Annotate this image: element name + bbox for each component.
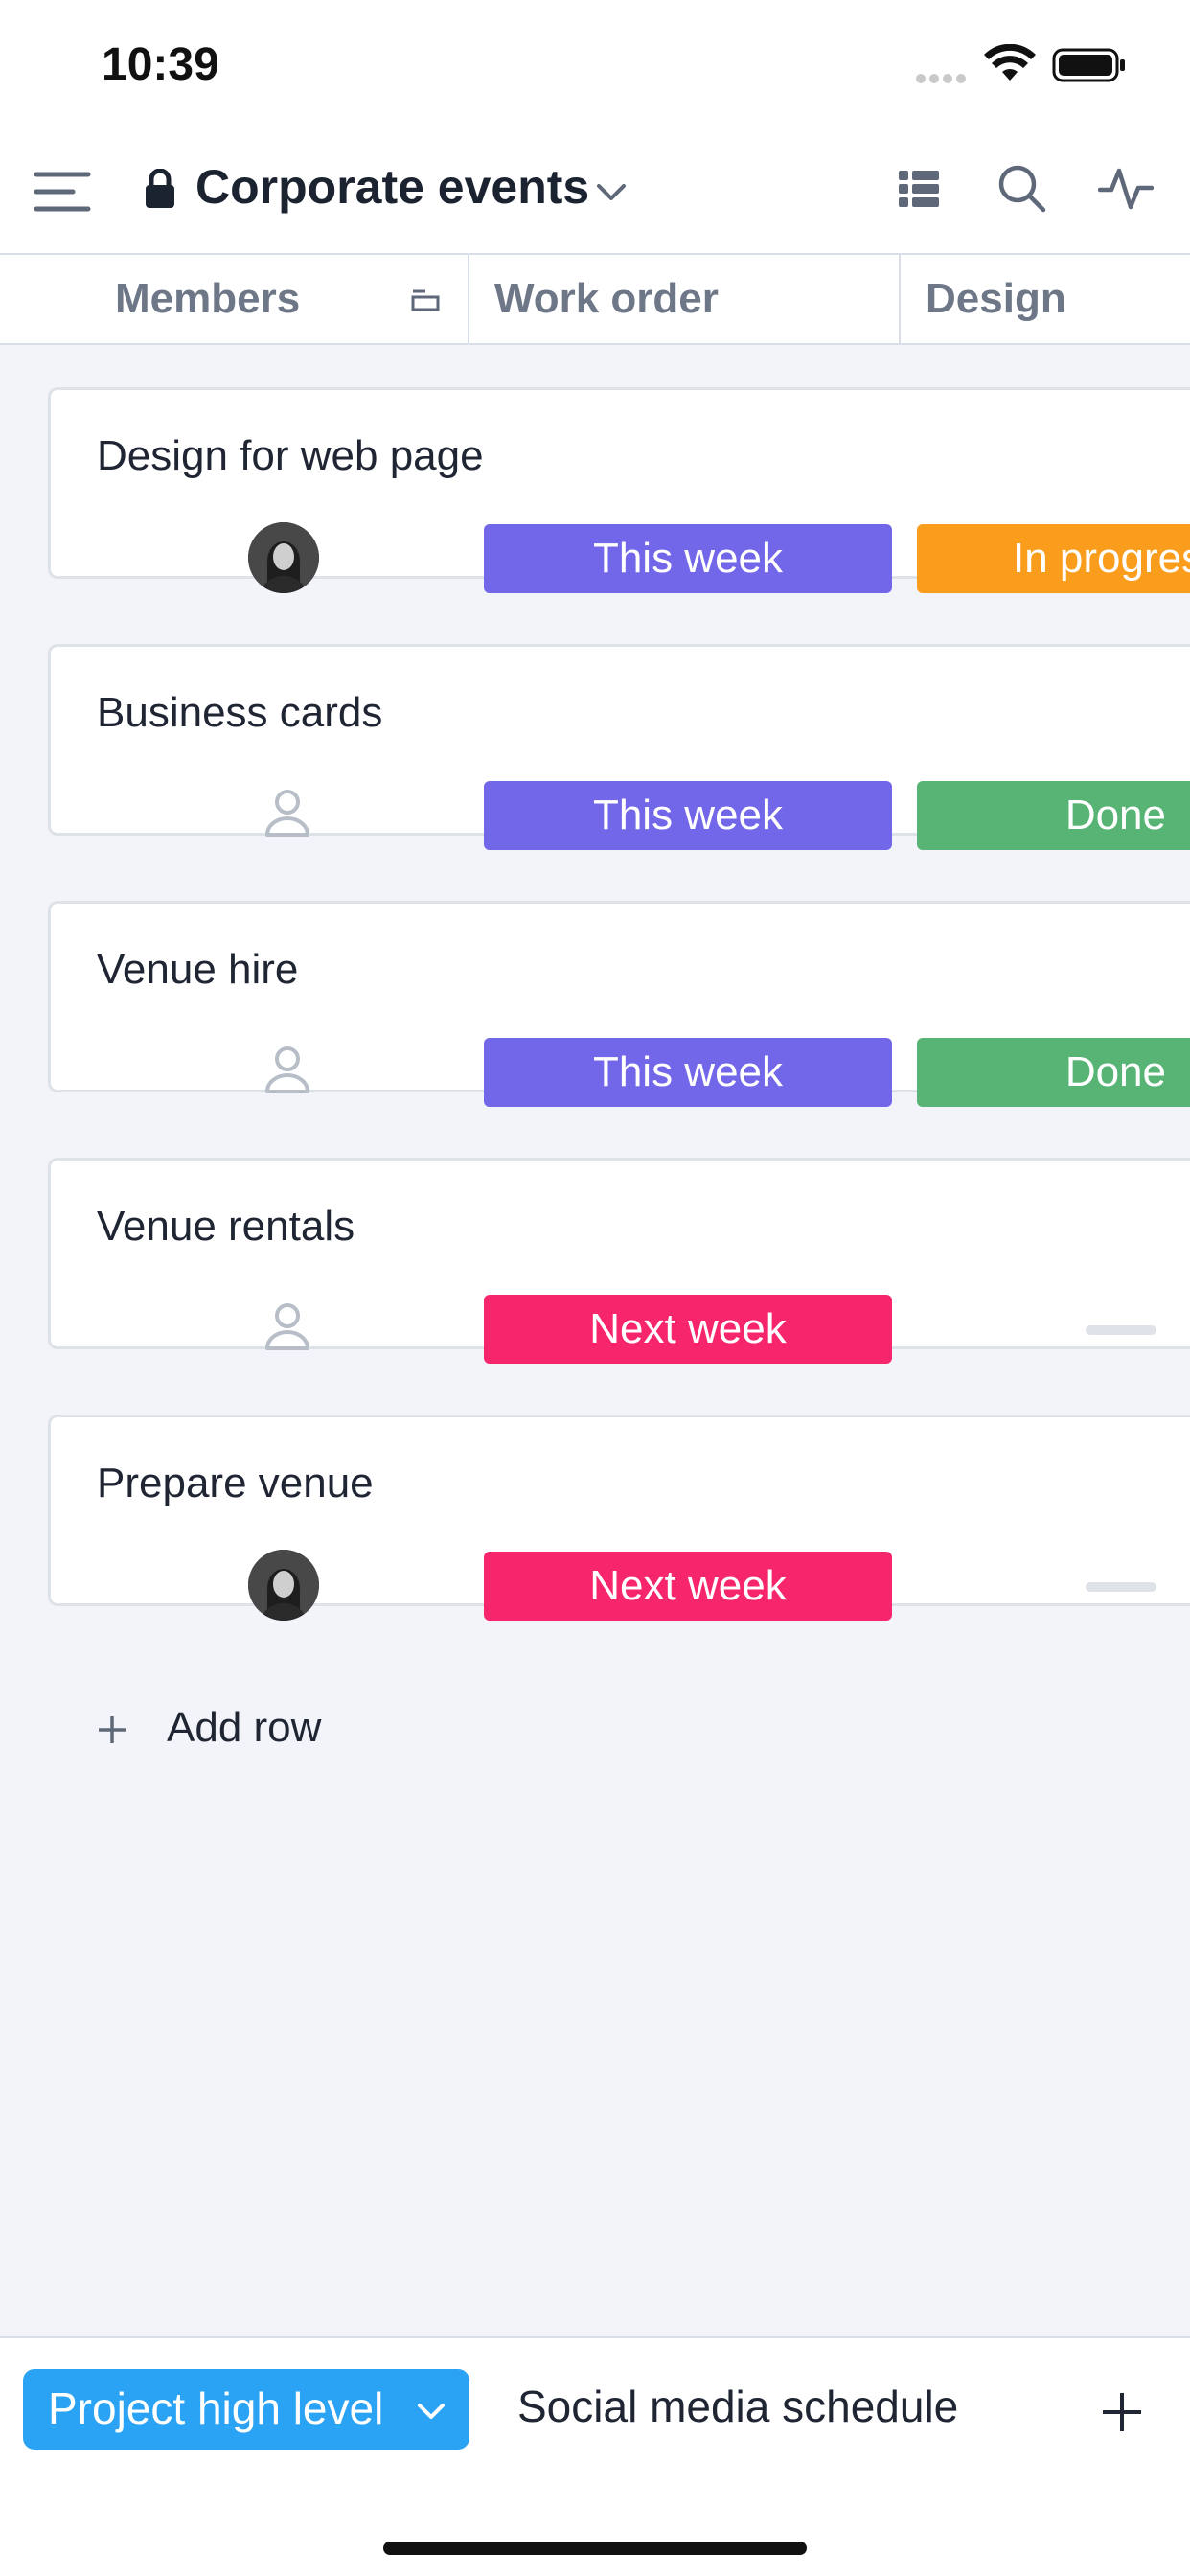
- work-order-pill[interactable]: This week: [484, 524, 892, 593]
- column-header-design[interactable]: Design: [901, 255, 1190, 343]
- design-status-pill[interactable]: In progress: [917, 524, 1190, 593]
- column-header-row: Members Work order Design: [0, 255, 1190, 345]
- tab-project-high-level[interactable]: Project high level: [23, 2369, 469, 2450]
- status-bar: 10:39: [0, 0, 1190, 134]
- menu-icon[interactable]: [34, 169, 92, 217]
- chevron-down-icon[interactable]: [596, 182, 627, 203]
- empty-design-placeholder[interactable]: [1086, 1325, 1156, 1335]
- row-title: Prepare venue: [97, 1460, 374, 1506]
- rows-list: Design for web page This week In progres…: [48, 387, 1190, 1671]
- person-icon[interactable]: [263, 1044, 311, 1095]
- table-row[interactable]: Venue rentals Next week: [48, 1158, 1190, 1364]
- person-icon[interactable]: [263, 787, 311, 839]
- plus-icon: [99, 1716, 126, 1743]
- design-status-pill[interactable]: Done: [917, 1038, 1190, 1107]
- column-header-members[interactable]: Members: [0, 255, 469, 343]
- avatar[interactable]: [248, 522, 319, 593]
- work-order-pill[interactable]: Next week: [484, 1552, 892, 1621]
- row-title: Design for web page: [97, 432, 484, 479]
- search-icon[interactable]: [996, 163, 1046, 213]
- table-row[interactable]: Prepare venue Next week: [48, 1414, 1190, 1621]
- plus-icon[interactable]: [1100, 2390, 1144, 2434]
- work-order-pill[interactable]: This week: [484, 781, 892, 850]
- table-row[interactable]: Design for web page This week In progres…: [48, 387, 1190, 593]
- status-time: 10:39: [102, 39, 219, 90]
- activity-icon[interactable]: [1098, 165, 1154, 213]
- tab-social-media-schedule[interactable]: Social media schedule: [517, 2380, 958, 2432]
- avatar[interactable]: [248, 1550, 319, 1621]
- signal-icon: [916, 71, 970, 83]
- board-title[interactable]: Corporate events: [195, 159, 589, 215]
- lock-icon: [146, 169, 174, 208]
- work-order-pill[interactable]: Next week: [484, 1295, 892, 1364]
- empty-design-placeholder[interactable]: [1086, 1582, 1156, 1592]
- row-title: Venue rentals: [97, 1203, 355, 1250]
- battery-icon: [1052, 48, 1125, 82]
- person-icon[interactable]: [263, 1300, 311, 1352]
- list-view-icon[interactable]: [897, 167, 941, 211]
- table-row[interactable]: Venue hire This week Done: [48, 901, 1190, 1107]
- wifi-icon: [984, 44, 1036, 80]
- table-row[interactable]: Business cards This week Done: [48, 644, 1190, 850]
- work-order-pill[interactable]: This week: [484, 1038, 892, 1107]
- design-status-pill[interactable]: Done: [917, 781, 1190, 850]
- home-indicator: [383, 2542, 807, 2555]
- chevron-down-icon[interactable]: [416, 2402, 446, 2421]
- app-bar: Corporate events: [0, 134, 1190, 255]
- tab-label: Project high level: [48, 2383, 384, 2433]
- bottom-tab-bar: Project high level Social media schedule: [0, 2336, 1190, 2576]
- row-title: Business cards: [97, 689, 383, 736]
- collapse-column-icon[interactable]: [410, 288, 441, 312]
- add-row-label: Add row: [167, 1704, 322, 1751]
- column-header-work-order[interactable]: Work order: [469, 255, 901, 343]
- row-title: Venue hire: [97, 946, 299, 993]
